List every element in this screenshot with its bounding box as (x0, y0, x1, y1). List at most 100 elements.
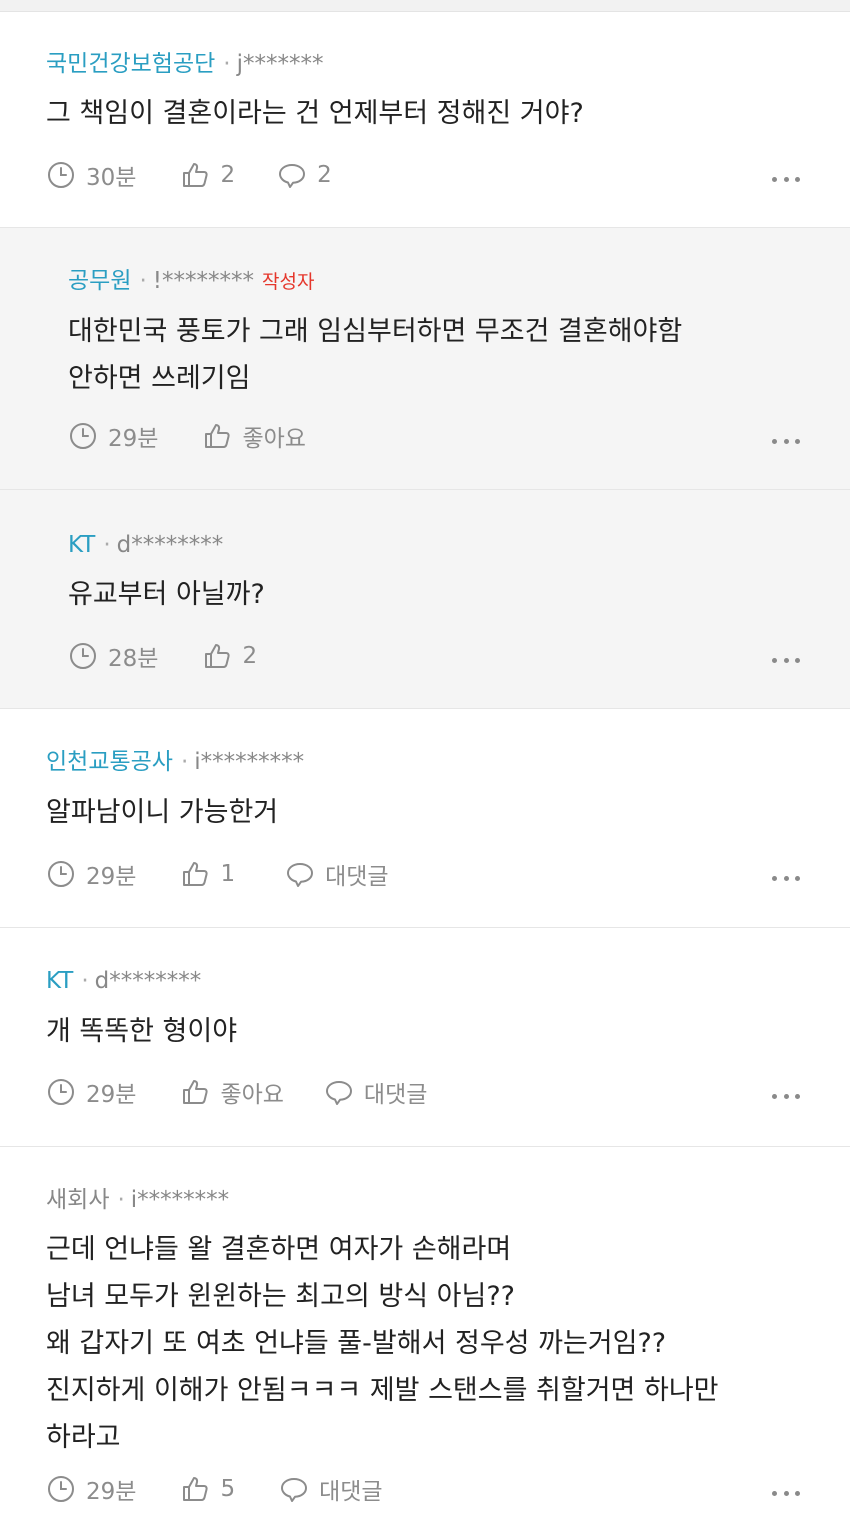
like-label: 좋아요 (220, 1082, 284, 1108)
reply-button[interactable]: 대댓글 (285, 857, 389, 891)
comment-user-id: j******* (236, 51, 324, 77)
comment-user-id: i******** (130, 1187, 230, 1213)
comment-text: 유교부터 아닐까? (68, 571, 265, 618)
time-text: 29분 (108, 426, 159, 452)
clock-icon (70, 643, 96, 669)
comment-nickname[interactable]: 공무원 (68, 268, 131, 294)
comment-header: KT · d******** (68, 530, 223, 560)
reply-count: 2 (317, 162, 332, 188)
like-label: 좋아요 (242, 426, 306, 452)
thumbs-up-icon (205, 424, 231, 448)
like-button[interactable]: 2 (180, 160, 235, 190)
like-button[interactable]: 좋아요 (202, 419, 306, 453)
reply-button[interactable]: 2 (277, 160, 332, 190)
comment-line: 그 책임이 결혼이라는 건 언제부터 정해진 거야? (46, 98, 584, 129)
like-button[interactable]: 2 (202, 641, 257, 671)
comment-text: 그 책임이 결혼이라는 건 언제부터 정해진 거야? (46, 90, 584, 137)
clock-icon (48, 1079, 74, 1105)
like-button[interactable]: 좋아요 (180, 1075, 284, 1109)
time-text: 29분 (86, 1479, 137, 1505)
comment-meta: 28분 2 (68, 640, 257, 672)
comment-time: 29분 (46, 1472, 136, 1506)
comment-text: 알파남이니 가능한거 (46, 789, 278, 836)
speech-bubble-icon (281, 1478, 308, 1502)
comment-header: 공무원 · !******** 작성자 (68, 266, 314, 297)
reply-button[interactable]: 대댓글 (279, 1472, 383, 1506)
reply-label: 대댓글 (363, 1082, 428, 1108)
like-button[interactable]: 5 (180, 1474, 235, 1504)
comment-user-id: i********* (194, 749, 305, 775)
comment-meta: 29분 1 대댓글 (46, 858, 389, 890)
comment-line: 알파남이니 가능한거 (46, 797, 279, 828)
comment-time: 30분 (46, 158, 136, 192)
like-count: 2 (220, 162, 236, 188)
top-divider (0, 0, 850, 12)
separator-dot: · (81, 968, 89, 994)
like-count: 2 (242, 643, 258, 669)
clock-icon (48, 162, 74, 188)
comment-header: 새회사 · i******** (46, 1185, 229, 1215)
like-count: 5 (220, 1476, 236, 1502)
time-text: 29분 (86, 1082, 137, 1108)
comment-user-id: d******** (94, 968, 202, 994)
separator-dot: · (180, 749, 189, 775)
comment-line: 하라고 (46, 1422, 121, 1453)
speech-bubble-icon (287, 863, 314, 887)
comment-line: 유교부터 아닐까? (68, 579, 265, 610)
comment-text: 근데 언냐들 왈 결혼하면 여자가 손해라며 남녀 모두가 윈윈하는 최고의 방… (46, 1226, 719, 1461)
more-dots-icon[interactable] (772, 874, 800, 882)
speech-bubble-icon (279, 164, 306, 188)
comment-time: 29분 (68, 419, 158, 453)
thumbs-up-icon (183, 1080, 209, 1104)
more-dots-icon[interactable] (772, 1092, 800, 1100)
speech-bubble-icon (325, 1081, 352, 1105)
comment-user-id: !******** (152, 268, 255, 294)
comment-text: 대한민국 풍토가 그래 임심부터하면 무조건 결혼해야함 안하면 쓰레기임 (68, 308, 682, 402)
comment-time: 29분 (46, 1075, 136, 1109)
comment-time: 28분 (68, 639, 158, 673)
author-badge: 작성자 (262, 271, 315, 293)
comment-meta: 30분 2 2 (46, 159, 332, 191)
comment-item: 새회사 · i******** 근데 언냐들 왈 결혼하면 여자가 손해라며 남녀 … (0, 1147, 850, 1534)
comment-nickname[interactable]: 새회사 (46, 1187, 109, 1213)
clock-icon (48, 1476, 74, 1502)
comment-line: 안하면 쓰레기임 (68, 363, 251, 394)
like-button[interactable]: 1 (180, 859, 235, 889)
clock-icon (70, 423, 96, 449)
more-dots-icon[interactable] (772, 175, 800, 183)
separator-dot: · (139, 268, 147, 294)
reply-button[interactable]: 대댓글 (324, 1075, 427, 1109)
more-dots-icon[interactable] (772, 656, 800, 664)
comment-header: KT · d******** (46, 966, 201, 996)
thumbs-up-icon (183, 1477, 209, 1501)
more-dots-icon[interactable] (772, 1489, 800, 1497)
comment-line: 남녀 모두가 윈윈하는 최고의 방식 아님?? (46, 1281, 516, 1312)
comment-line: 진지하게 이해가 안됨ㅋㅋㅋ 제발 스탠스를 취할거면 하나만 (46, 1375, 719, 1406)
comment-meta: 29분 좋아요 대댓글 (46, 1076, 427, 1108)
comment-meta: 29분 좋아요 (68, 420, 306, 452)
thumbs-up-icon (205, 644, 231, 668)
comment-nickname[interactable]: 국민건강보험공단 (46, 51, 215, 77)
separator-dot: · (117, 1187, 125, 1213)
separator-dot: · (223, 51, 231, 77)
comment-nickname[interactable]: KT (68, 532, 95, 558)
time-text: 28분 (108, 646, 159, 672)
comment-time: 29분 (46, 857, 136, 891)
thumbs-up-icon (183, 862, 209, 886)
comment-header: 인천교통공사 · i********* (46, 747, 304, 777)
comment-item: 인천교통공사 · i********* 알파남이니 가능한거 29분 1 대댓글 (0, 709, 850, 928)
comment-line: 왜 갑자기 또 여초 언냐들 풀-발해서 정우성 까는거임?? (46, 1328, 667, 1359)
reply-label: 대댓글 (319, 1479, 383, 1505)
comment-header: 국민건강보험공단 · j******* (46, 49, 323, 79)
comment-nickname[interactable]: KT (46, 968, 73, 994)
thumbs-up-icon (183, 163, 209, 187)
reply-comment-item: 공무원 · !******** 작성자 대한민국 풍토가 그래 임심부터하면 무조건 … (0, 228, 850, 490)
reply-label: 대댓글 (325, 864, 389, 890)
comment-line: 대한민국 풍토가 그래 임심부터하면 무조건 결혼해야함 (68, 316, 683, 347)
time-text: 29분 (86, 864, 137, 890)
separator-dot: · (103, 532, 111, 558)
comment-item: KT · d******** 개 똑똑한 형이야 29분 좋아요 대댓글 (0, 928, 850, 1147)
comment-nickname[interactable]: 인천교통공사 (46, 749, 173, 775)
more-dots-icon[interactable] (772, 437, 800, 445)
comment-line: 개 똑똑한 형이야 (46, 1016, 238, 1047)
